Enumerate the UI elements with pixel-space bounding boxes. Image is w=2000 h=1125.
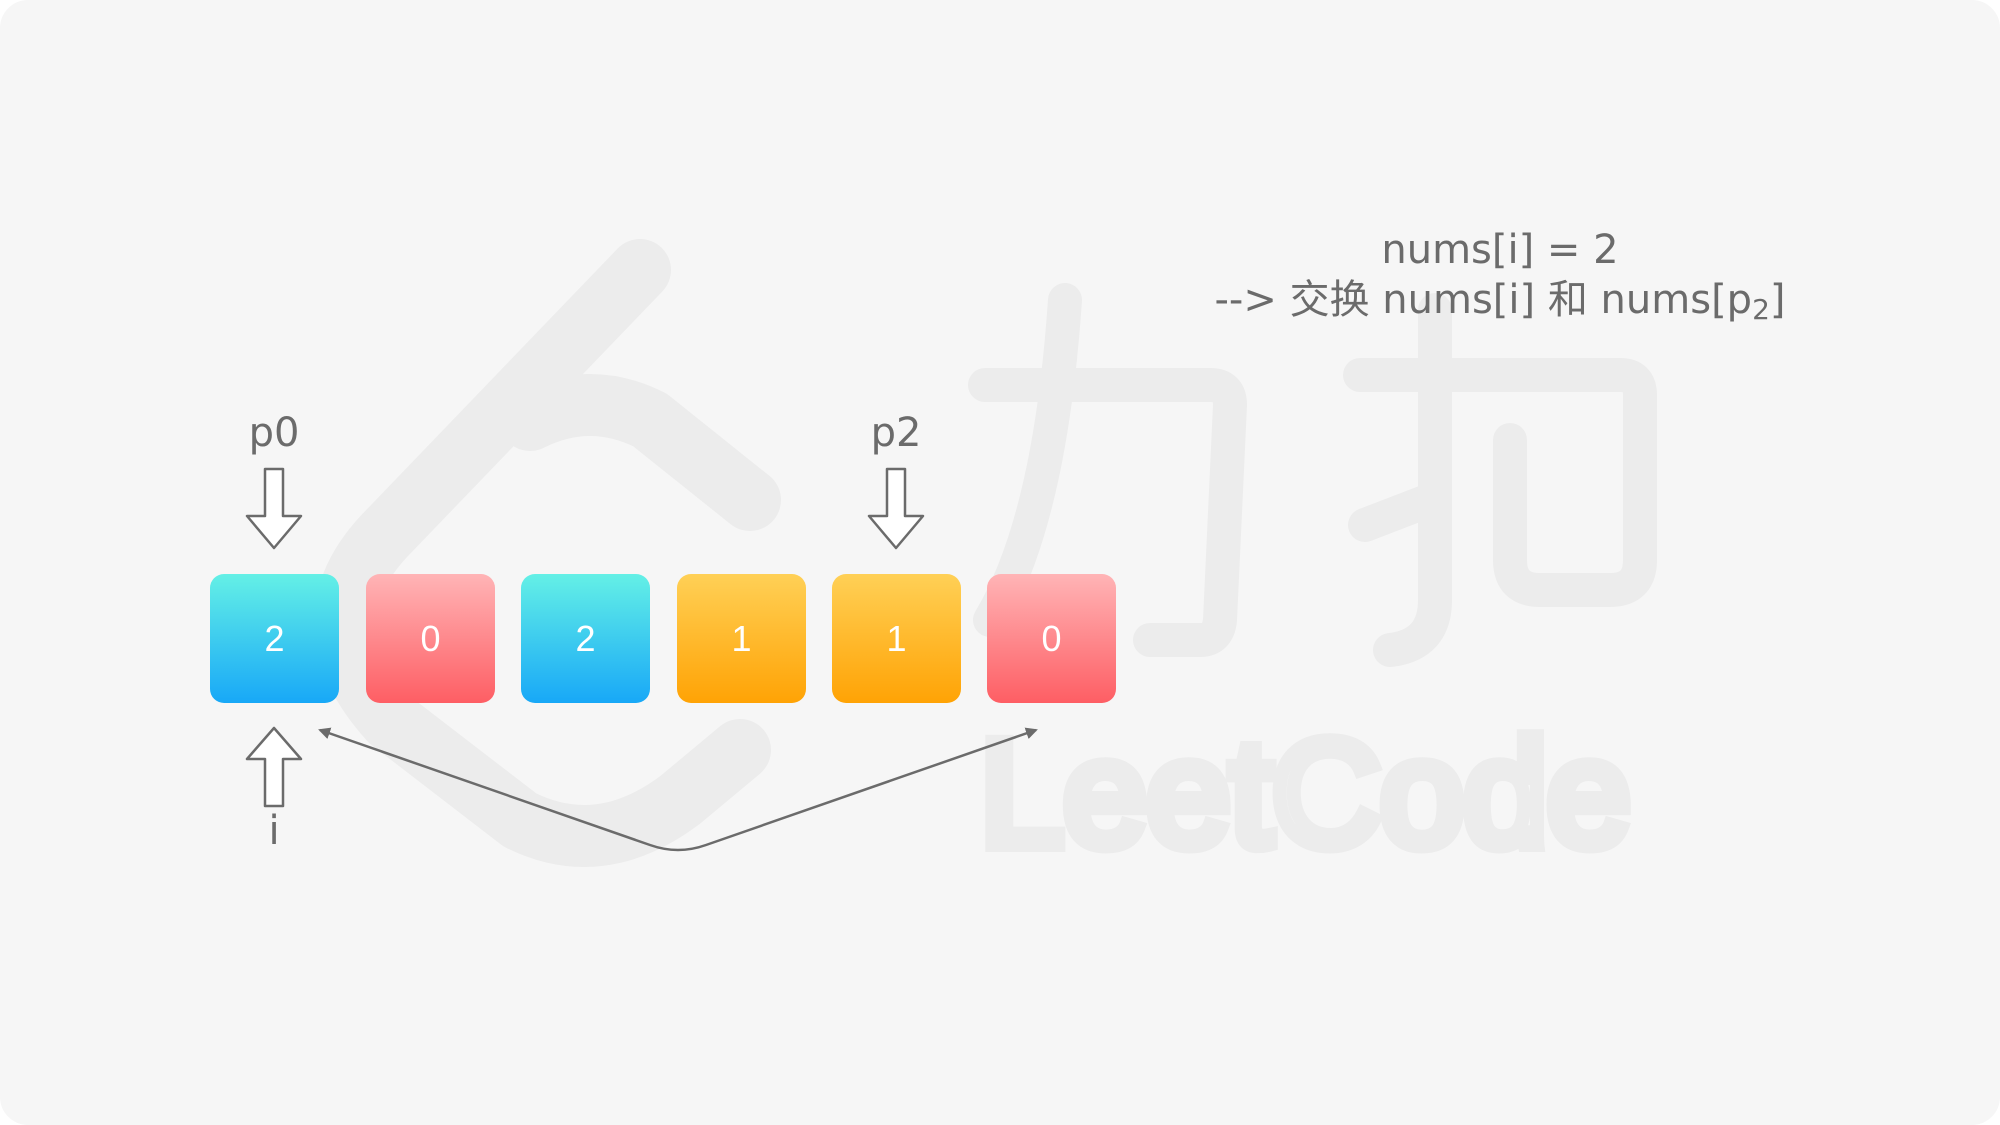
annotation-line-2: --> 交换 nums[i] 和 nums[p2] bbox=[1180, 275, 1820, 335]
swap-arrow bbox=[318, 727, 1038, 852]
down-arrow-icon bbox=[867, 467, 925, 550]
up-arrow-icon bbox=[245, 726, 303, 808]
arrows-layer bbox=[245, 467, 1038, 852]
annotation-subscript: 2 bbox=[1752, 293, 1770, 326]
down-arrow-icon bbox=[245, 467, 303, 550]
annotation-line-2-end: ] bbox=[1769, 277, 1786, 323]
annotation-line-1: nums[i] = 2 bbox=[1381, 227, 1619, 273]
annotation: nums[i] = 2 --> 交换 nums[i] 和 nums[p2] bbox=[1180, 225, 1820, 335]
diagram-canvas: LeetCode 2 0 2 1 1 0 p0 p2 i nums[i] = 2… bbox=[0, 0, 2000, 1125]
annotation-line-2-text: --> 交换 nums[i] 和 nums[p bbox=[1214, 277, 1753, 323]
